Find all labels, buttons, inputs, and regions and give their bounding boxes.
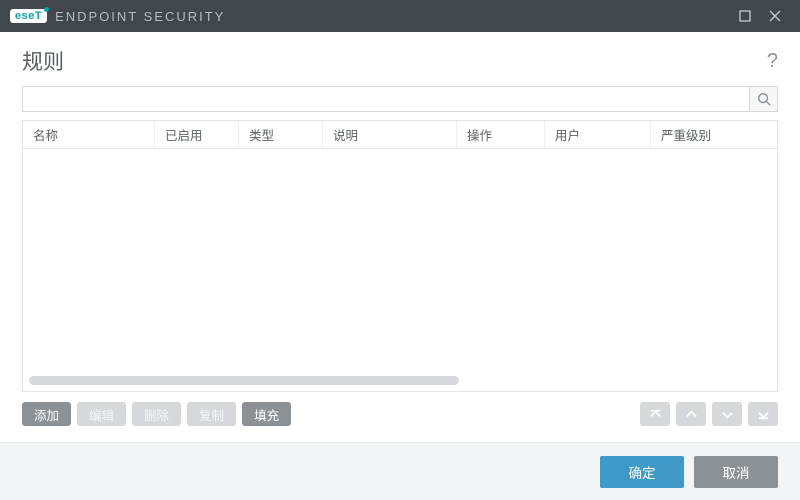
page-title: 规则 <box>22 46 64 76</box>
move-up-button <box>676 402 706 426</box>
footer: 确定 取消 <box>0 442 800 500</box>
search-input[interactable] <box>23 87 749 111</box>
column-header-4[interactable]: 操作 <box>457 121 545 148</box>
window-close-button[interactable] <box>760 0 790 32</box>
chevron-top-icon <box>649 408 662 421</box>
cancel-button[interactable]: 取消 <box>694 456 778 488</box>
table-body[interactable] <box>23 149 777 391</box>
titlebar: eseT ENDPOINT SECURITY <box>0 0 800 32</box>
column-header-1[interactable]: 已启用 <box>155 121 239 148</box>
maximize-icon <box>739 10 751 22</box>
move-down-button <box>712 402 742 426</box>
table-header: 名称已启用类型说明操作用户严重级别 <box>23 121 777 149</box>
header-row: 规则 ? <box>0 32 800 86</box>
add-button[interactable]: 添加 <box>22 402 71 426</box>
column-header-0[interactable]: 名称 <box>23 121 155 148</box>
move-bottom-button <box>748 402 778 426</box>
chevron-up-icon <box>685 408 698 421</box>
chevron-bottom-icon <box>757 408 770 421</box>
brand-name: ENDPOINT SECURITY <box>55 9 225 24</box>
brand-badge-text: eseT <box>15 10 42 22</box>
window-maximize-button[interactable] <box>730 0 760 32</box>
help-button[interactable]: ? <box>767 50 778 73</box>
column-header-5[interactable]: 用户 <box>545 121 651 148</box>
delete-button: 删除 <box>132 402 181 426</box>
ok-button[interactable]: 确定 <box>600 456 684 488</box>
move-top-button <box>640 402 670 426</box>
search-icon <box>757 92 771 106</box>
toolbar: 添加 编辑 删除 复制 填充 <box>22 402 778 426</box>
chevron-down-icon <box>721 408 734 421</box>
fill-button[interactable]: 填充 <box>242 402 291 426</box>
column-header-6[interactable]: 严重级别 <box>651 121 777 148</box>
horizontal-scrollbar[interactable] <box>29 376 771 385</box>
search-button[interactable] <box>749 87 777 111</box>
column-header-2[interactable]: 类型 <box>239 121 323 148</box>
rules-table: 名称已启用类型说明操作用户严重级别 <box>22 120 778 392</box>
search-row <box>22 86 778 112</box>
brand-badge-icon: eseT <box>10 9 47 23</box>
column-header-3[interactable]: 说明 <box>323 121 457 148</box>
edit-button: 编辑 <box>77 402 126 426</box>
help-icon: ? <box>767 50 778 72</box>
scrollbar-thumb[interactable] <box>29 376 459 385</box>
close-icon <box>769 10 781 22</box>
copy-button: 复制 <box>187 402 236 426</box>
